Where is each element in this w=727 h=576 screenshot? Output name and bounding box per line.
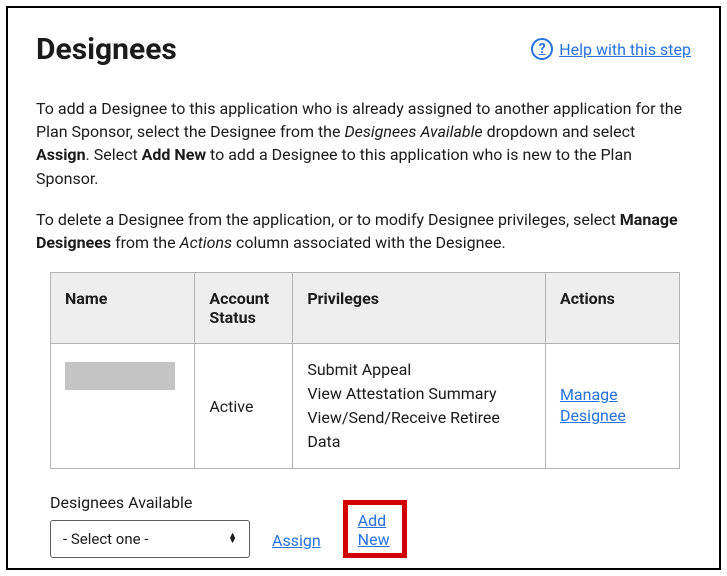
designees-table: Name Account Status Privileges Actions A… bbox=[50, 272, 680, 469]
header-row: Designees ? Help with this step bbox=[36, 32, 691, 67]
cell-privileges: Submit Appeal View Attestation Summary V… bbox=[293, 344, 546, 469]
col-header-privileges: Privileges bbox=[293, 273, 546, 344]
designees-available-group: Designees Available - Select one - ▲▼ bbox=[50, 493, 250, 558]
privilege-line: View/Send/Receive Retiree Data bbox=[307, 406, 531, 454]
designees-available-label: Designees Available bbox=[50, 493, 250, 512]
add-new-link[interactable]: Add New bbox=[358, 511, 392, 549]
col-header-status: Account Status bbox=[195, 273, 293, 344]
manage-designee-link[interactable]: Manage Designee bbox=[560, 385, 665, 427]
cell-name bbox=[51, 344, 195, 469]
instructions-paragraph-1: To add a Designee to this application wh… bbox=[36, 97, 691, 190]
table-header-row: Name Account Status Privileges Actions bbox=[51, 273, 680, 344]
privilege-line: Submit Appeal bbox=[307, 358, 531, 382]
designees-available-select[interactable]: - Select one - ▲▼ bbox=[50, 520, 250, 558]
footer-controls: Designees Available - Select one - ▲▼ As… bbox=[50, 493, 691, 558]
designees-panel: Designees ? Help with this step To add a… bbox=[6, 6, 721, 570]
assign-link[interactable]: Assign bbox=[272, 531, 321, 558]
add-new-highlight-box: Add New bbox=[343, 500, 407, 558]
col-header-name: Name bbox=[51, 273, 195, 344]
table-row: Active Submit Appeal View Attestation Su… bbox=[51, 344, 680, 469]
select-value: - Select one - bbox=[63, 530, 148, 548]
redacted-name-block bbox=[65, 362, 175, 390]
page-title: Designees bbox=[36, 32, 177, 67]
updown-arrows-icon: ▲▼ bbox=[228, 534, 237, 544]
cell-actions: Manage Designee bbox=[545, 344, 679, 469]
privilege-line: View Attestation Summary bbox=[307, 382, 531, 406]
instructions-paragraph-2: To delete a Designee from the applicatio… bbox=[36, 208, 691, 254]
cell-status: Active bbox=[195, 344, 293, 469]
designees-table-wrap: Name Account Status Privileges Actions A… bbox=[50, 272, 691, 469]
col-header-actions: Actions bbox=[545, 273, 679, 344]
help-link[interactable]: ? Help with this step bbox=[531, 38, 691, 60]
help-link-label: Help with this step bbox=[559, 40, 691, 59]
question-circle-icon: ? bbox=[531, 38, 553, 60]
